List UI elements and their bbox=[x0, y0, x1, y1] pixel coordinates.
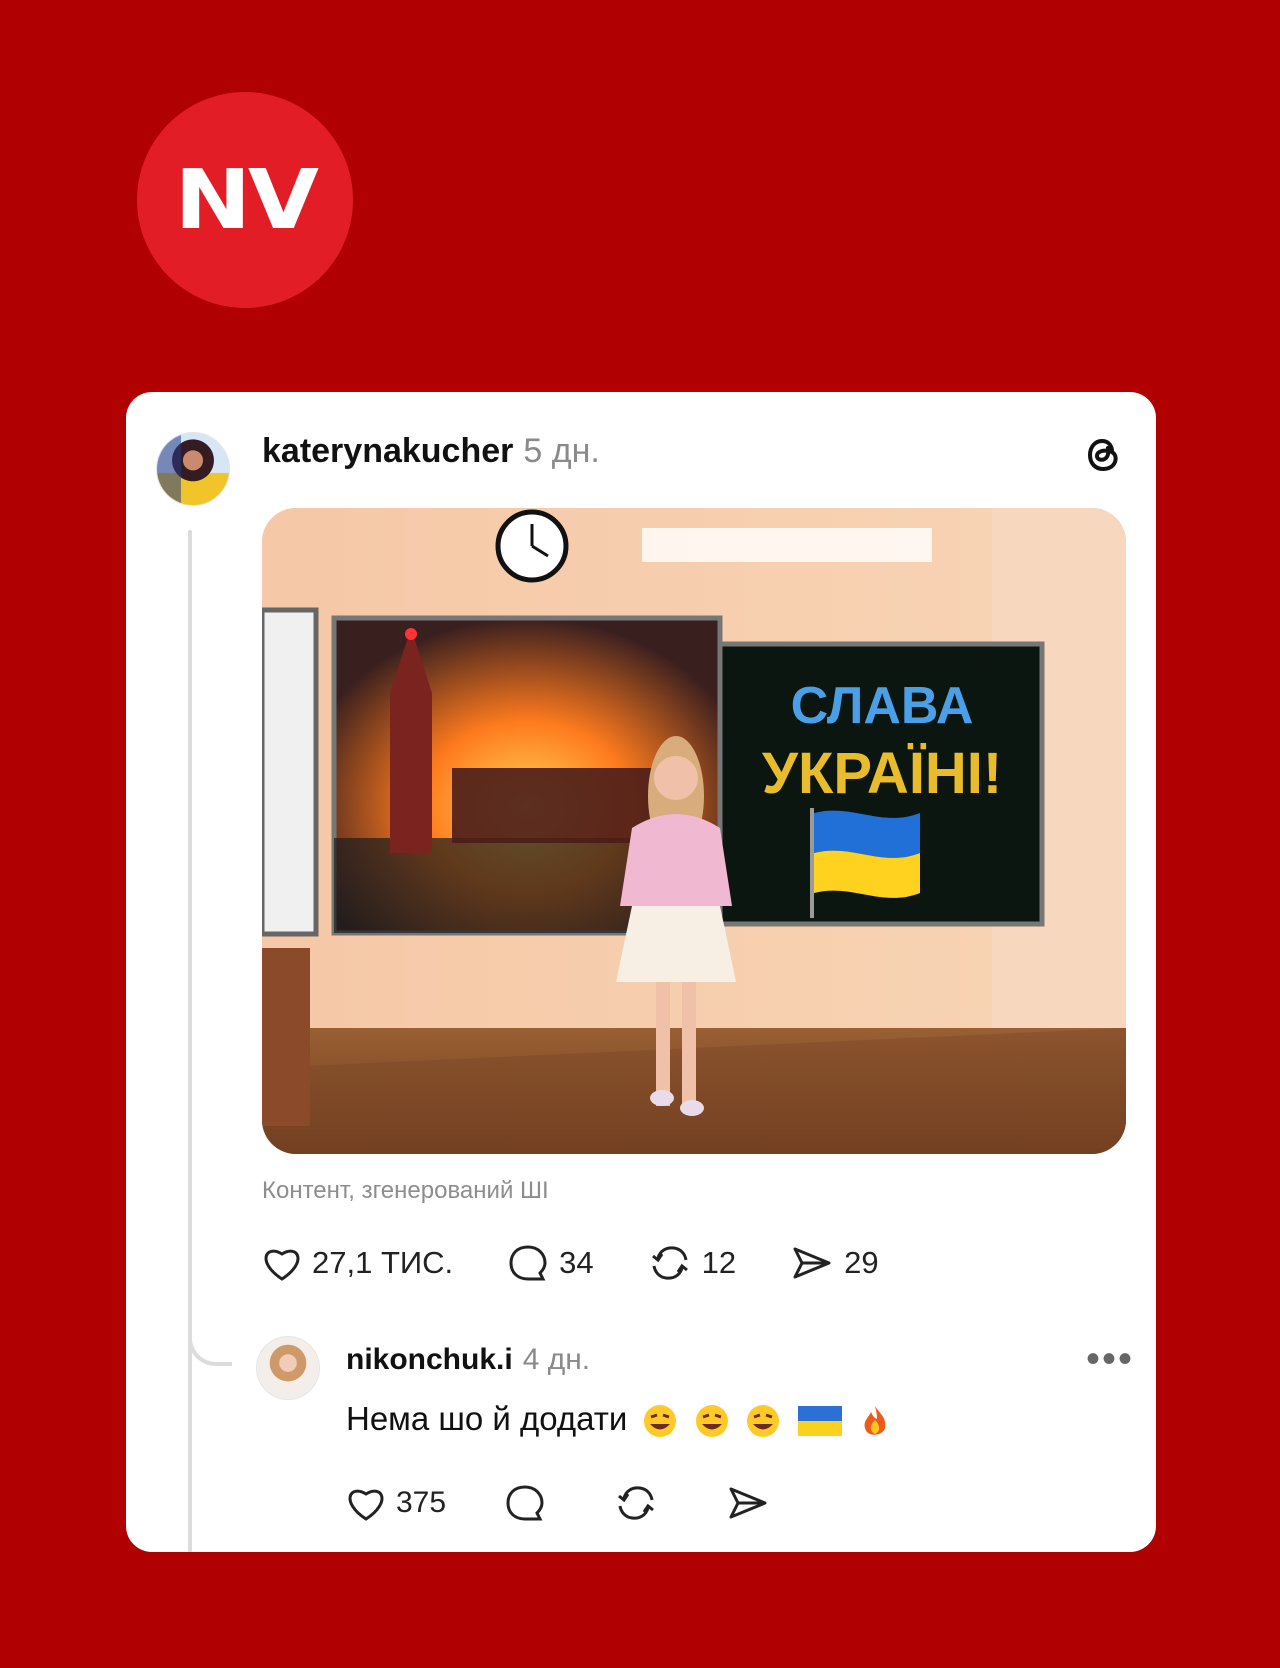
reply-connector-curve bbox=[188, 1322, 232, 1366]
post-actions: 27,1 ТИС. 34 12 29 bbox=[262, 1237, 933, 1289]
thread-connector-line bbox=[188, 530, 192, 1552]
speech-bubble-icon bbox=[506, 1485, 544, 1521]
reply-repost-button[interactable] bbox=[614, 1482, 668, 1524]
fire-icon bbox=[864, 1406, 886, 1436]
laughing-face-icon bbox=[644, 1405, 677, 1438]
reply-text: Нема шо й додати bbox=[346, 1392, 893, 1446]
reply-like-button[interactable]: 375 bbox=[346, 1484, 446, 1522]
author-username[interactable]: katerynakucher bbox=[262, 432, 513, 470]
ai-generated-label: Контент, згенерований ШІ bbox=[262, 1177, 549, 1204]
post-image[interactable]: СЛАВА УКРАЇНІ! bbox=[262, 508, 1126, 1154]
ukraine-flag-icon bbox=[798, 1406, 842, 1437]
comment-button[interactable]: 34 bbox=[507, 1242, 594, 1284]
repost-icon bbox=[618, 1486, 654, 1520]
send-icon bbox=[793, 1247, 831, 1279]
nv-logo: NV bbox=[137, 92, 353, 308]
reply-share-button[interactable] bbox=[726, 1482, 780, 1524]
comment-count: 34 bbox=[559, 1245, 594, 1280]
threads-logo-icon[interactable] bbox=[1080, 432, 1126, 478]
send-icon bbox=[729, 1487, 767, 1519]
speech-bubble-icon bbox=[509, 1245, 547, 1281]
laughing-face-icon bbox=[746, 1405, 779, 1438]
repost-count: 12 bbox=[701, 1245, 737, 1280]
classroom-image: СЛАВА УКРАЇНІ! bbox=[262, 508, 1126, 1154]
blackboard-line-1: СЛАВА bbox=[791, 677, 974, 735]
nv-logo-text: NV bbox=[174, 152, 319, 248]
reply-avatar[interactable] bbox=[256, 1336, 320, 1400]
reply-username[interactable]: nikonchuk.i bbox=[346, 1343, 513, 1376]
repost-button[interactable]: 12 bbox=[648, 1242, 736, 1284]
share-count: 29 bbox=[844, 1245, 879, 1280]
reply-actions: 375 bbox=[346, 1482, 838, 1524]
post-header: katerynakucher 5 дн. bbox=[262, 426, 600, 476]
threads-post-card: katerynakucher 5 дн. СЛАВА УКРАЇНІ! Конт… bbox=[126, 392, 1156, 1552]
reply-text-content: Нема шо й додати bbox=[346, 1400, 628, 1437]
author-avatar[interactable] bbox=[156, 432, 230, 506]
reply-comment-button[interactable] bbox=[504, 1482, 556, 1524]
reply-like-count: 375 bbox=[396, 1486, 447, 1519]
like-count: 27,1 ТИС. bbox=[312, 1245, 454, 1280]
blackboard-line-2: УКРАЇНІ! bbox=[762, 741, 1002, 806]
heart-icon bbox=[348, 1489, 384, 1521]
post-time: 5 дн. bbox=[523, 432, 600, 470]
heart-icon bbox=[264, 1249, 300, 1281]
more-options-button[interactable]: ••• bbox=[1086, 1339, 1134, 1379]
share-button[interactable]: 29 bbox=[790, 1242, 879, 1284]
repost-icon bbox=[651, 1246, 688, 1280]
reply-time: 4 дн. bbox=[522, 1343, 591, 1376]
like-button[interactable]: 27,1 ТИС. bbox=[262, 1244, 453, 1282]
reply-header: nikonchuk.i 4 дн. bbox=[346, 1338, 590, 1382]
laughing-face-icon bbox=[695, 1405, 728, 1438]
